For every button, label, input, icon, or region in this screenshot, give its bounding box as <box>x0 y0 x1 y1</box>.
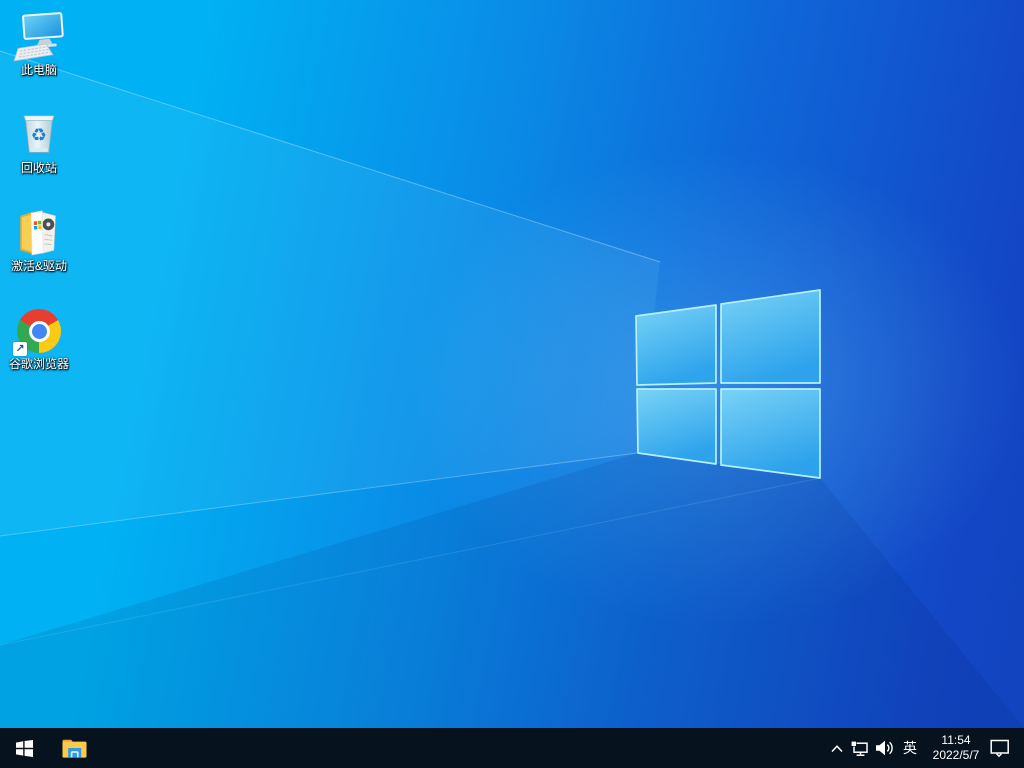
desktop-icon-label: 激活&驱动 <box>10 259 67 273</box>
system-tray: 英 11:54 2022/5/7 <box>826 728 1024 768</box>
open-folder-icon <box>20 210 56 256</box>
desktop-icon-activation-drivers[interactable]: 激活&驱动 <box>1 208 77 273</box>
windows-logo <box>635 289 821 479</box>
ime-language-indicator[interactable]: 英 <box>896 728 924 768</box>
chrome-blue-center <box>31 323 47 339</box>
desktop-icon-label: 回收站 <box>20 161 57 175</box>
clock-time: 11:54 <box>941 733 971 747</box>
wallpaper-rays-and-logo <box>0 50 1024 728</box>
desktop-icon-label: 谷歌浏览器 <box>8 357 69 371</box>
windows-start-icon <box>15 739 33 757</box>
show-hidden-icons-button[interactable] <box>826 728 848 768</box>
network-status-button[interactable] <box>848 728 872 768</box>
recycle-bin-icon: ♻ <box>23 115 55 153</box>
desktop-icon-chrome[interactable]: ↗ 谷歌浏览器 <box>1 306 77 371</box>
desktop-icon-recycle-bin[interactable]: ♻ 回收站 <box>1 110 77 175</box>
start-button[interactable] <box>0 728 48 768</box>
chevron-up-icon <box>831 744 843 752</box>
this-pc-icon <box>13 12 64 62</box>
action-center-bubble-icon <box>990 739 1009 758</box>
file-explorer-icon <box>62 739 86 758</box>
taskbar-empty-area <box>96 728 826 768</box>
action-center-button[interactable] <box>988 728 1012 768</box>
taskbar-clock[interactable]: 11:54 2022/5/7 <box>924 728 988 768</box>
volume-button[interactable] <box>872 728 896 768</box>
desktop-icon-label: 此电脑 <box>20 63 57 77</box>
speaker-volume-icon <box>875 740 893 756</box>
desktop-wallpaper <box>0 0 1024 768</box>
shortcut-arrow-icon: ↗ <box>13 342 27 356</box>
ethernet-network-icon <box>850 740 868 756</box>
file-explorer-button[interactable] <box>52 728 96 768</box>
taskbar: 英 11:54 2022/5/7 <box>0 728 1024 768</box>
desktop-icon-this-pc[interactable]: 此电脑 <box>1 12 77 77</box>
svg-text:♻: ♻ <box>31 125 47 146</box>
clock-date: 2022/5/7 <box>932 748 980 762</box>
